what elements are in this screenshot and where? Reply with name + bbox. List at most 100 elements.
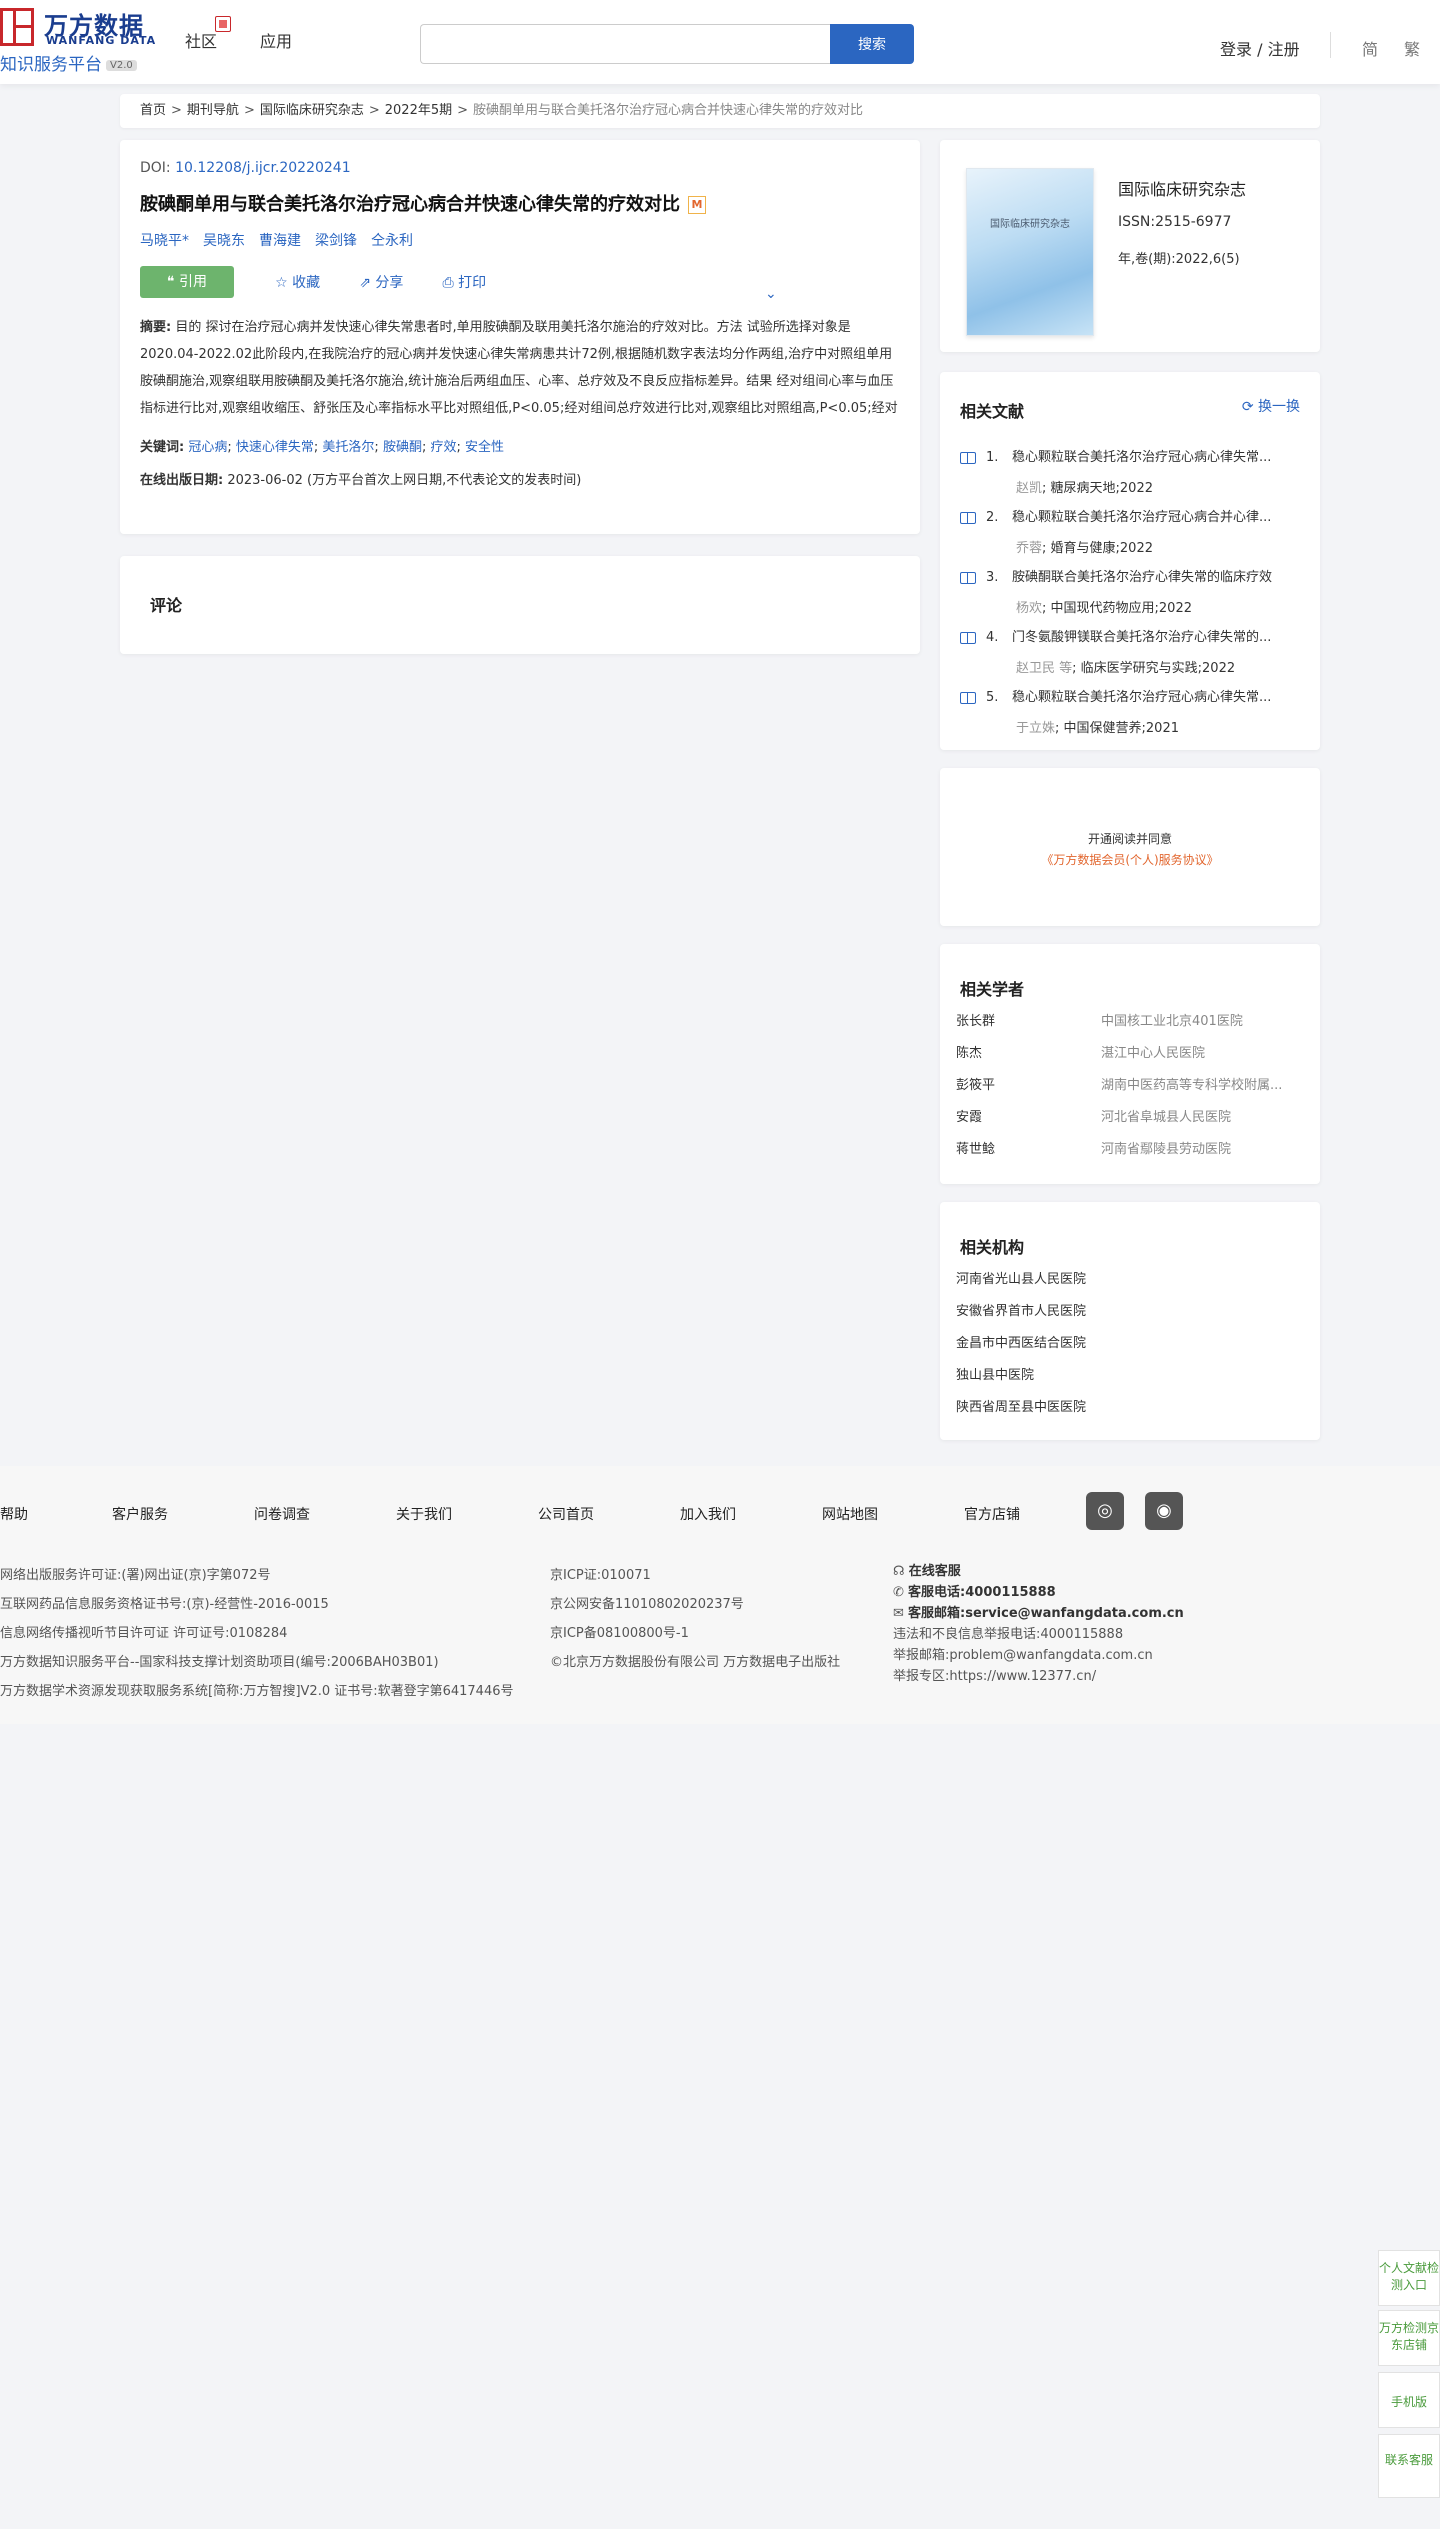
- crumb-issue[interactable]: 2022年5期: [385, 103, 452, 118]
- login-register-link[interactable]: 登录 / 注册: [1220, 36, 1300, 60]
- favorite-button[interactable]: ☆ 收藏: [275, 272, 320, 292]
- lang-simplified[interactable]: 简: [1362, 36, 1378, 60]
- author-link[interactable]: 梁剑锋: [315, 233, 357, 249]
- comment-card: 评论: [120, 556, 920, 654]
- crumb-journals[interactable]: 期刊导航: [187, 103, 239, 118]
- footer-link-service[interactable]: 客户服务: [112, 1504, 168, 1524]
- service-phone-text: 客服电话:4000115888: [908, 1585, 1056, 1600]
- float-contact-service[interactable]: 联系客服: [1378, 2434, 1440, 2498]
- doi-label: DOI:: [140, 160, 171, 176]
- keyword-link[interactable]: 胺碘酮: [383, 440, 422, 455]
- scholar-org: 河南省鄢陵县劳动医院: [1101, 1142, 1232, 1157]
- keyword-link[interactable]: 快速心律失常: [236, 440, 314, 455]
- related-source: ; 中国保健营养;2021: [1055, 721, 1179, 736]
- crumb-journal[interactable]: 国际临床研究杂志: [260, 103, 364, 118]
- book-icon: [960, 631, 976, 644]
- float-jd-store[interactable]: 万方检测京东店铺: [1378, 2310, 1440, 2366]
- keyword-link[interactable]: 冠心病: [188, 440, 227, 455]
- related-item[interactable]: 2. 稳心颗粒联合美托洛尔治疗冠心病合并心律... 乔蓉; 婚育与健康;2022: [960, 506, 1300, 556]
- footer-link-survey[interactable]: 问卷调查: [254, 1504, 310, 1524]
- org-link[interactable]: 金昌市中西医结合医院: [956, 1332, 1086, 1351]
- keyword-link[interactable]: 美托洛尔: [322, 440, 374, 455]
- pubdate-value: 2023-06-02: [227, 473, 303, 488]
- phone-icon: ✆: [893, 1585, 909, 1600]
- org-link[interactable]: 陕西省周至县中医医院: [956, 1396, 1086, 1415]
- crumb-home[interactable]: 首页: [140, 103, 166, 118]
- icp-line[interactable]: 京ICP证:010071: [550, 1561, 840, 1590]
- related-item-title: 门冬氨酸钾镁联合美托洛尔治疗心律失常的...: [1012, 630, 1272, 645]
- related-source: ; 临床医学研究与实践;2022: [1072, 661, 1236, 676]
- journal-cover[interactable]: 国际临床研究杂志: [966, 168, 1094, 336]
- online-service[interactable]: ☊ 在线客服: [893, 1561, 1184, 1582]
- service-email[interactable]: ✉ 客服邮箱:service@wanfangdata.com.cn: [893, 1603, 1184, 1624]
- icp-line[interactable]: 京公网安备11010802020237号: [550, 1590, 840, 1619]
- membership-promo: 开通阅读并同意 《万方数据会员(个人)服务协议》: [940, 768, 1320, 926]
- article-title: 胺碘酮单用与联合美托洛尔治疗冠心病合并快速心律失常的疗效对比 M: [140, 190, 900, 216]
- related-item-title: 稳心颗粒联合美托洛尔治疗冠心病心律失常...: [1012, 450, 1272, 465]
- weibo-icon[interactable]: ◎: [1086, 1492, 1124, 1530]
- report-zone[interactable]: 举报专区:https://www.12377.cn/: [893, 1666, 1184, 1687]
- footer-link-store[interactable]: 官方店铺: [964, 1504, 1020, 1524]
- doi-link[interactable]: 10.12208/j.ijcr.20220241: [175, 160, 351, 176]
- related-item-title: 稳心颗粒联合美托洛尔治疗冠心病心律失常...: [1012, 690, 1272, 705]
- new-badge-icon: [215, 16, 231, 32]
- scholar-org: 河北省阜城县人民医院: [1101, 1110, 1232, 1125]
- orgs-card: 相关机构 河南省光山县人民医院 安徽省界首市人民医院 金昌市中西医结合医院 独山…: [940, 1202, 1320, 1440]
- search-button[interactable]: 搜索: [830, 24, 914, 64]
- scholar-org: 湛江中心人民医院: [1101, 1046, 1206, 1061]
- keywords: 关键词: 冠心病; 快速心律失常; 美托洛尔; 胺碘酮; 疗效; 安全性: [140, 440, 505, 455]
- search-input[interactable]: [420, 24, 830, 64]
- related-item[interactable]: 3. 胺碘酮联合美托洛尔治疗心律失常的临床疗效 杨欢; 中国现代药物应用;2022: [960, 566, 1300, 616]
- license-line: 万方数据学术资源发现获取服务系统[简称:万方智搜]V2.0 证书号:软著登字第6…: [0, 1684, 514, 1699]
- footer-link-about[interactable]: 关于我们: [396, 1504, 452, 1524]
- related-source: ; 中国现代药物应用;2022: [1042, 601, 1192, 616]
- keyword-link[interactable]: 疗效: [430, 440, 456, 455]
- author-link[interactable]: 马晓平*: [140, 233, 189, 249]
- report-phone: 违法和不良信息举报电话:4000115888: [893, 1627, 1124, 1642]
- scholar-name: 安霞: [956, 1110, 983, 1125]
- promo-line1: 开通阅读并同意: [1087, 832, 1172, 846]
- license-line: 网络出版服务许可证:(署)网出证(京)字第072号: [0, 1568, 271, 1583]
- org-link[interactable]: 独山县中医院: [956, 1364, 1034, 1383]
- related-authors: 乔蓉: [1016, 541, 1043, 556]
- print-button[interactable]: ⎙ 打印: [442, 272, 486, 292]
- expand-abstract-icon[interactable]: ⌄: [765, 286, 777, 302]
- top-header: 万方数据 WANFANG DATA 知识服务平台 V2.0 社区 应用 搜索 登录…: [0, 0, 1440, 84]
- wechat-icon[interactable]: ◉: [1145, 1492, 1183, 1530]
- footer-link-company[interactable]: 公司首页: [538, 1504, 594, 1524]
- icp-line[interactable]: 京ICP备08100800号-1: [550, 1619, 840, 1648]
- footer-link-sitemap[interactable]: 网站地图: [822, 1504, 878, 1524]
- share-button[interactable]: ⇗ 分享: [359, 272, 403, 292]
- org-link[interactable]: 安徽省界首市人民医院: [956, 1300, 1086, 1319]
- nav-community[interactable]: 社区: [185, 16, 231, 52]
- footer-link-help[interactable]: 帮助: [0, 1504, 28, 1524]
- keyword-link[interactable]: 安全性: [465, 440, 504, 455]
- headset-icon: ☊: [893, 1564, 909, 1579]
- author-link[interactable]: 曹海建: [259, 233, 301, 249]
- related-item[interactable]: 1. 稳心颗粒联合美托洛尔治疗冠心病心律失常... 赵凯; 糖尿病天地;2022: [960, 446, 1300, 496]
- scholar-name: 陈杰: [956, 1046, 983, 1061]
- abstract: 摘要: 目的 探讨在治疗冠心病并发快速心律失常患者时,单用胺碘酮及联用美托洛尔施…: [140, 314, 900, 422]
- author-link[interactable]: 吴晓东: [203, 233, 245, 249]
- journal-volume: 年,卷(期):2022,6(5): [1118, 252, 1240, 267]
- related-num: 3.: [986, 570, 999, 585]
- footer-link-join[interactable]: 加入我们: [680, 1504, 736, 1524]
- logo-mark-icon: [0, 8, 34, 46]
- float-mobile[interactable]: 手机版: [1378, 2372, 1440, 2428]
- site-logo[interactable]: 万方数据 WANFANG DATA 知识服务平台 V2.0: [0, 6, 160, 75]
- m-badge-icon[interactable]: M: [688, 196, 706, 214]
- nav-apps[interactable]: 应用: [260, 28, 292, 52]
- scholar-name: 彭筱平: [956, 1078, 996, 1093]
- service-agreement-link[interactable]: 《万方数据会员(个人)服务协议》: [940, 851, 1320, 868]
- org-link[interactable]: 河南省光山县人民医院: [956, 1268, 1086, 1287]
- journal-name[interactable]: 国际临床研究杂志: [1118, 176, 1246, 200]
- lang-traditional[interactable]: 繁: [1404, 36, 1420, 60]
- report-email[interactable]: 举报邮箱:problem@wanfangdata.com.cn: [893, 1645, 1184, 1666]
- related-item[interactable]: 5. 稳心颗粒联合美托洛尔治疗冠心病心律失常... 于立姝; 中国保健营养;202…: [960, 686, 1300, 736]
- cite-button[interactable]: ❝ 引用: [140, 266, 234, 298]
- related-item[interactable]: 4. 门冬氨酸钾镁联合美托洛尔治疗心律失常的... 赵卫民 等; 临床医学研究与实…: [960, 626, 1300, 676]
- article-actions: ❝ 引用 ☆ 收藏 ⇗ 分享 ⎙ 打印: [140, 266, 900, 298]
- float-plagiarism-entry[interactable]: 个人文献检测入口: [1378, 2250, 1440, 2306]
- change-button[interactable]: ⟳ 换一换: [1242, 396, 1300, 416]
- author-link[interactable]: 仝永利: [371, 233, 413, 249]
